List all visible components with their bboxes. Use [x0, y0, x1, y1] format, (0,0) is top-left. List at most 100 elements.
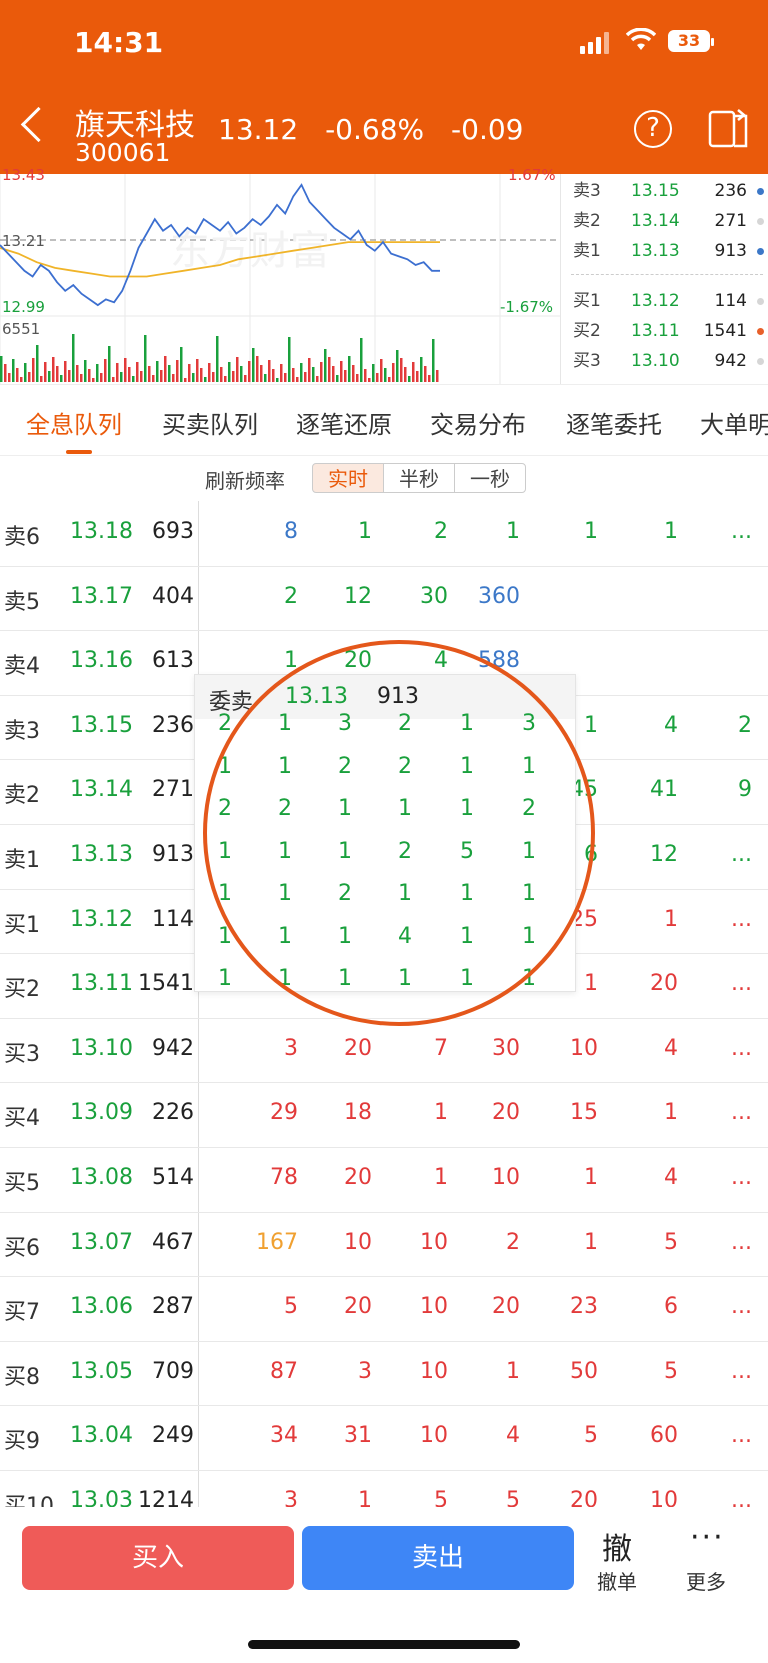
- row-price: 13.17: [70, 583, 133, 609]
- volume-bar: [236, 357, 239, 382]
- volume-bar: [88, 369, 91, 382]
- stock-quote: 13.12 -0.68% -0.09: [218, 113, 534, 146]
- volume-bar: [40, 376, 43, 382]
- row-volume: 613: [152, 648, 194, 674]
- mini-book-row: 买2 13.11 1541: [561, 316, 768, 346]
- volume-bar: [276, 378, 279, 382]
- volume-bar: [92, 378, 95, 382]
- queue-cell: ...: [731, 1165, 752, 1190]
- table-row[interactable]: 买3 13.10 942 3 20 7 30 10 4...: [0, 1018, 768, 1084]
- queue-cell: 3: [284, 1035, 298, 1061]
- buy-button[interactable]: 买入: [22, 1526, 294, 1590]
- row-volume: 226: [152, 1100, 194, 1126]
- queue-cell: 1: [584, 1229, 598, 1255]
- tab-buy-sell-queue[interactable]: 买卖队列: [162, 405, 258, 440]
- volume-bar: [140, 371, 143, 382]
- volume-bars: [0, 334, 439, 382]
- queue-cell: ...: [731, 1358, 752, 1384]
- row-label: 卖2: [4, 783, 40, 809]
- volume-bar: [196, 359, 199, 382]
- row-volume: 514: [152, 1165, 194, 1190]
- mini-order-book[interactable]: 卖3 13.15 236 卖2 13.14 271 卖1 13.13 913 买1 13.12…: [560, 174, 768, 384]
- switch-view-icon[interactable]: [708, 108, 750, 148]
- table-row[interactable]: 买5 13.08 514 78 20 1 10 1 4...: [0, 1147, 768, 1213]
- more-button[interactable]: 更多: [686, 1566, 726, 1595]
- row-label: 买6: [4, 1235, 40, 1261]
- volume-bar: [264, 374, 267, 382]
- highlight-circle: [203, 640, 595, 1026]
- header: 14:31 33 旗天科技 300061 13.12 -0.68% -0.09 …: [0, 0, 768, 174]
- status-time: 14:31: [74, 26, 164, 59]
- table-row[interactable]: 买8 13.05 709 87 3 10 1 50 5...: [0, 1341, 768, 1407]
- row-volume: 467: [152, 1229, 194, 1255]
- volume-bar: [20, 377, 23, 382]
- volume-bar: [288, 337, 291, 382]
- volume-bar: [412, 362, 415, 382]
- row-price: 13.15: [70, 712, 133, 738]
- sell-button[interactable]: 卖出: [302, 1526, 574, 1590]
- queue-cell: 1: [434, 1165, 448, 1190]
- volume-bar: [404, 367, 407, 382]
- volume-bar: [244, 375, 247, 382]
- queue-cell: 4: [664, 1165, 678, 1190]
- stock-price: 13.12: [218, 113, 299, 146]
- refresh-one-second-button[interactable]: 一秒: [454, 463, 526, 493]
- table-row[interactable]: 卖6 13.18 693 8 1 2 1 1 1...: [0, 501, 768, 567]
- status-dot-icon: [757, 358, 764, 365]
- volume-bar: [4, 364, 7, 382]
- volume-bar: [340, 361, 343, 382]
- volume-bar: [284, 373, 287, 382]
- tab-full-queue[interactable]: 全息队列: [26, 405, 122, 440]
- volume-bar: [180, 347, 183, 382]
- volume-bar: [60, 375, 63, 382]
- queue-cell: 20: [344, 1165, 372, 1190]
- queue-cell: 29: [270, 1100, 298, 1126]
- queue-cell: 15: [570, 1100, 598, 1126]
- queue-cell: 3: [358, 1358, 372, 1384]
- volume-bar: [184, 378, 187, 382]
- queue-cell: 4: [664, 712, 678, 738]
- volume-bar: [144, 335, 147, 382]
- volume-label: 6551: [2, 320, 41, 338]
- divider: [571, 274, 763, 275]
- intraday-chart[interactable]: 东方财富 13.43 13.21 12.99 1.67% -1.67% 6551: [0, 166, 560, 384]
- queue-cell: 5: [664, 1229, 678, 1255]
- row-label: 卖6: [4, 525, 40, 550]
- status-dot-icon: [757, 298, 764, 305]
- tab-tick-restore[interactable]: 逐笔还原: [296, 405, 392, 440]
- queue-cell: 10: [420, 1423, 448, 1449]
- refresh-realtime-button[interactable]: 实时: [312, 463, 384, 493]
- row-price: 13.12: [70, 906, 133, 932]
- volume-bar: [248, 361, 251, 382]
- volume-bar: [380, 359, 383, 382]
- tab-tick-order[interactable]: 逐笔委托: [566, 405, 662, 440]
- table-row[interactable]: 买7 13.06 287 5 20 10 20 23 6...: [0, 1276, 768, 1342]
- table-row[interactable]: 买6 13.07 467 167 10 10 2 1 5...: [0, 1212, 768, 1278]
- queue-cell: 5: [284, 1294, 298, 1320]
- volume-bar: [8, 373, 11, 382]
- cancel-order-icon[interactable]: 撤: [602, 1524, 632, 1568]
- queue-cell: 4: [664, 1035, 678, 1061]
- row-price: 13.03: [70, 1488, 133, 1507]
- volume-bar: [0, 356, 3, 382]
- table-row[interactable]: 买10 13.03 1214 3 1 5 5 20 10...: [0, 1470, 768, 1507]
- table-row[interactable]: 买4 13.09 226 29 18 1 20 15 1...: [0, 1082, 768, 1148]
- table-row[interactable]: 卖5 13.17 404 2 12 30 360: [0, 566, 768, 632]
- volume-bar: [76, 365, 79, 382]
- volume-bar: [124, 358, 127, 382]
- back-icon[interactable]: [20, 106, 57, 143]
- tab-trade-distribution[interactable]: 交易分布: [430, 405, 526, 440]
- queue-cell: 5: [584, 1423, 598, 1449]
- table-row[interactable]: 买9 13.04 249 34 31 10 4 5 60...: [0, 1405, 768, 1471]
- row-label: 卖5: [4, 589, 40, 615]
- refresh-half-second-button[interactable]: 半秒: [383, 463, 455, 493]
- queue-cell: 34: [270, 1423, 298, 1449]
- row-label: 买3: [4, 1041, 40, 1067]
- volume-bar: [28, 372, 31, 382]
- queue-cell: 167: [256, 1229, 298, 1255]
- queue-cell: 7: [434, 1035, 448, 1061]
- tab-large-order[interactable]: 大单明: [700, 405, 768, 440]
- question-circle-icon[interactable]: ?: [634, 110, 672, 148]
- more-icon[interactable]: ···: [690, 1520, 725, 1555]
- cancel-order-button[interactable]: 撤单: [597, 1566, 637, 1595]
